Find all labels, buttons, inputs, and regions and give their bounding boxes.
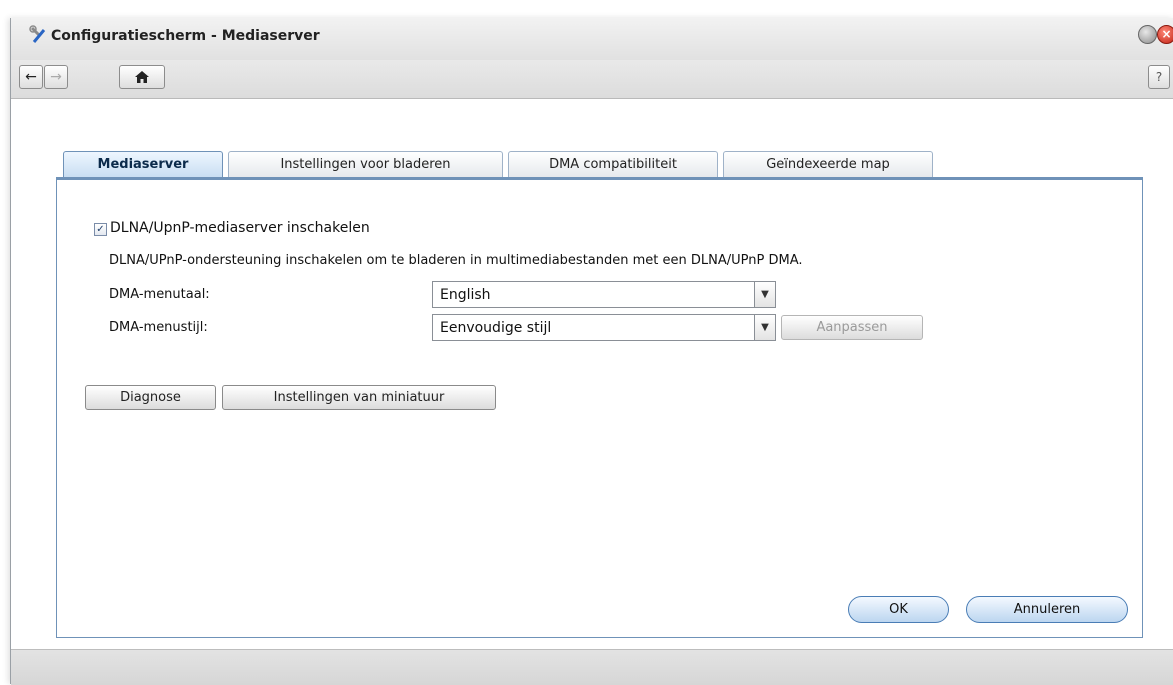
enable-dlna-label: DLNA/UpnP-mediaserver inschakelen: [110, 220, 370, 236]
help-button[interactable]: ?: [1148, 65, 1170, 89]
back-button[interactable]: ←: [19, 65, 43, 89]
toolbar: ← → ?: [11, 60, 1173, 99]
home-button[interactable]: [119, 65, 165, 89]
customize-button[interactable]: Aanpassen: [781, 315, 923, 340]
arrow-left-icon: ←: [25, 69, 37, 85]
menu-language-label: DMA-menutaal:: [109, 287, 210, 302]
minimize-button[interactable]: [1138, 25, 1157, 44]
content-area: Mediaserver Instellingen voor bladeren D…: [11, 99, 1173, 649]
thumbnail-settings-button[interactable]: Instellingen van miniatuur: [222, 385, 496, 410]
tab-indexed-folder[interactable]: Geïndexeerde map: [723, 151, 933, 177]
menu-language-select[interactable]: English ▼: [432, 281, 776, 308]
mediaserver-panel: ✓ DLNA/UpnP-mediaserver inschakelen DLNA…: [56, 177, 1143, 638]
menu-language-value: English: [440, 287, 491, 303]
description-text: DLNA/UPnP-ondersteuning inschakelen om t…: [109, 253, 803, 268]
window-title: Configuratiescherm - Mediaserver: [51, 28, 320, 44]
arrow-right-icon: →: [50, 69, 62, 85]
cancel-button[interactable]: Annuleren: [966, 596, 1128, 623]
tab-dma-compatibility[interactable]: DMA compatibiliteit: [508, 151, 718, 177]
chevron-down-icon[interactable]: ▼: [754, 282, 775, 307]
enable-dlna-checkbox[interactable]: ✓: [94, 223, 107, 236]
menu-style-label: DMA-menustijl:: [109, 320, 208, 335]
tab-browse-settings[interactable]: Instellingen voor bladeren: [228, 151, 503, 177]
forward-button[interactable]: →: [44, 65, 68, 89]
home-icon: [135, 71, 149, 87]
tab-mediaserver[interactable]: Mediaserver: [63, 151, 223, 179]
menu-style-select[interactable]: Eenvoudige stijl ▼: [432, 314, 776, 341]
title-bar[interactable]: Configuratiescherm - Mediaserver ×: [11, 18, 1173, 60]
control-panel-window: Configuratiescherm - Mediaserver × ← → ?…: [10, 18, 1173, 685]
menu-style-value: Eenvoudige stijl: [440, 320, 552, 336]
diagnose-button[interactable]: Diagnose: [85, 385, 216, 410]
chevron-down-icon[interactable]: ▼: [754, 315, 775, 340]
ok-button[interactable]: OK: [848, 596, 949, 623]
help-icon: ?: [1155, 70, 1163, 84]
close-button[interactable]: ×: [1157, 25, 1173, 44]
tools-icon: [29, 25, 49, 45]
status-bar: [11, 649, 1173, 685]
